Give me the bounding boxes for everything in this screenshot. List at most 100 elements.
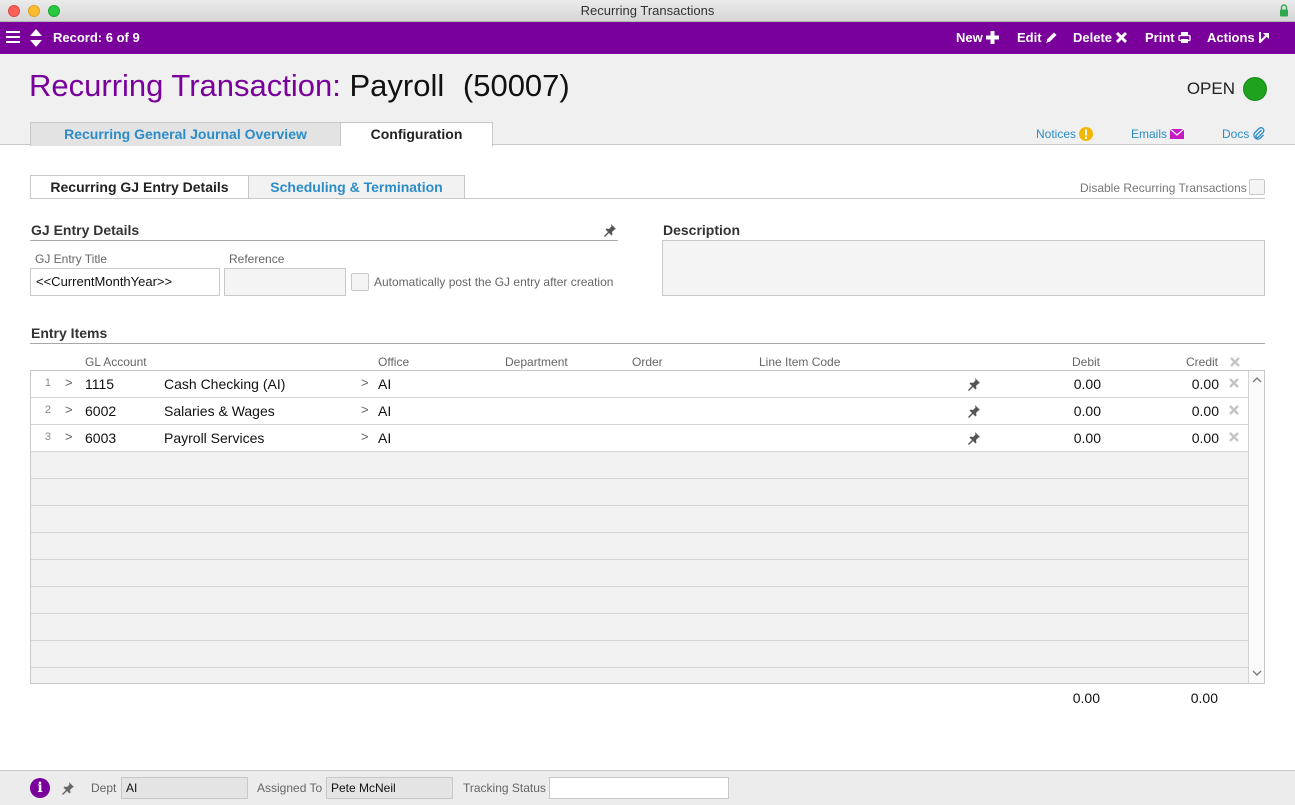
empty-table-row[interactable] <box>31 506 1248 533</box>
window-titlebar: Recurring Transactions <box>0 0 1295 22</box>
office-cell[interactable]: AI <box>378 376 391 392</box>
record-indicator: Record: 6 of 9 <box>53 30 140 45</box>
paperclip-icon <box>1253 127 1265 140</box>
content-area: Recurring Transaction: Payroll (50007) O… <box>0 54 1295 770</box>
office-chevron-icon[interactable]: > <box>361 375 369 390</box>
empty-table-row[interactable] <box>31 560 1248 587</box>
record-navigation-icon[interactable] <box>29 28 43 48</box>
office-cell[interactable]: AI <box>378 403 391 419</box>
pencil-icon <box>1045 32 1057 43</box>
pin-icon[interactable] <box>603 223 617 237</box>
window-title: Recurring Transactions <box>580 3 715 18</box>
column-line-item-code: Line Item Code <box>759 355 841 369</box>
office-chevron-icon[interactable]: > <box>361 429 369 444</box>
scroll-up-chevron-icon[interactable] <box>1252 376 1262 384</box>
reference-label: Reference <box>229 252 285 266</box>
plus-icon <box>985 31 999 44</box>
notices-link[interactable]: Notices <box>1036 127 1094 141</box>
expand-chevron-icon[interactable]: > <box>65 375 73 390</box>
dept-field[interactable]: AI <box>121 777 248 799</box>
page-title-id: (50007) <box>462 68 570 103</box>
disable-recurring-checkbox[interactable] <box>1249 179 1265 195</box>
status-badge: OPEN <box>1187 77 1267 101</box>
debit-cell[interactable]: 0.00 <box>1041 430 1101 446</box>
new-button[interactable]: New <box>956 30 999 45</box>
close-window-button[interactable] <box>8 5 20 17</box>
assigned-to-field[interactable]: Pete McNeil <box>326 777 453 799</box>
credit-cell[interactable]: 0.00 <box>1159 376 1219 392</box>
pin-icon[interactable] <box>61 781 75 795</box>
pin-icon[interactable] <box>967 404 981 418</box>
x-icon <box>1115 31 1128 44</box>
scroll-down-chevron-icon[interactable] <box>1252 669 1262 677</box>
minimize-window-button[interactable] <box>28 5 40 17</box>
delete-all-x-icon[interactable] <box>1229 356 1241 368</box>
empty-table-row[interactable] <box>31 533 1248 560</box>
reference-field[interactable] <box>224 268 346 296</box>
info-icon[interactable]: i <box>30 778 50 798</box>
expand-chevron-icon[interactable]: > <box>65 429 73 444</box>
description-field[interactable] <box>662 240 1265 296</box>
delete-button[interactable]: Delete <box>1073 30 1128 45</box>
warning-circle-icon <box>1079 127 1094 141</box>
delete-row-x-icon[interactable] <box>1228 377 1240 389</box>
hamburger-menu-icon[interactable] <box>6 30 20 44</box>
footer-bar: i Dept AI Assigned To Pete McNeil Tracki… <box>0 770 1295 805</box>
emails-label: Emails <box>1131 127 1168 141</box>
credit-cell[interactable]: 0.00 <box>1159 430 1219 446</box>
edit-button[interactable]: Edit <box>1017 30 1058 45</box>
edit-button-label: Edit <box>1017 30 1042 45</box>
gl-account-name: Payroll Services <box>164 430 265 446</box>
delete-button-label: Delete <box>1073 30 1113 45</box>
zoom-window-button[interactable] <box>48 5 60 17</box>
delete-row-x-icon[interactable] <box>1228 404 1240 416</box>
subtab-divider <box>30 198 1265 199</box>
tab-scheduling-termination[interactable]: Scheduling & Termination <box>248 175 465 199</box>
entry-items-divider <box>30 343 1265 344</box>
actions-button[interactable]: Actions <box>1207 30 1271 45</box>
column-debit: Debit <box>1071 355 1100 369</box>
gl-account-number[interactable]: 6002 <box>85 403 116 419</box>
gl-account-number[interactable]: 1115 <box>85 376 114 392</box>
empty-table-row[interactable] <box>31 641 1248 668</box>
empty-table-row[interactable] <box>31 587 1248 614</box>
debit-cell[interactable]: 0.00 <box>1041 376 1101 392</box>
debit-cell[interactable]: 0.00 <box>1041 403 1101 419</box>
office-chevron-icon[interactable]: > <box>361 402 369 417</box>
gl-account-number[interactable]: 6003 <box>85 430 116 446</box>
tab-recurring-general-journal-overview[interactable]: Recurring General Journal Overview <box>30 122 341 146</box>
new-button-label: New <box>956 30 983 45</box>
tab-recurring-gj-entry-details[interactable]: Recurring GJ Entry Details <box>30 175 249 199</box>
dept-label: Dept <box>91 781 117 795</box>
emails-link[interactable]: Emails <box>1131 127 1185 141</box>
notices-label: Notices <box>1036 127 1077 141</box>
table-row[interactable]: 3 > 6003 Payroll Services > AI 0.00 0.00 <box>31 425 1248 452</box>
tracking-status-field[interactable] <box>549 777 729 799</box>
table-row[interactable]: 1 > 1115 Cash Checking (AI) > AI 0.00 0.… <box>31 371 1248 398</box>
gl-account-name: Salaries & Wages <box>164 403 275 419</box>
office-cell[interactable]: AI <box>378 430 391 446</box>
table-row[interactable]: 2 > 6002 Salaries & Wages > AI 0.00 0.00 <box>31 398 1248 425</box>
page-title: Recurring Transaction: Payroll (50007) <box>29 68 570 104</box>
table-scrollbar[interactable] <box>1248 371 1264 683</box>
empty-table-row[interactable] <box>31 479 1248 506</box>
delete-row-x-icon[interactable] <box>1228 431 1240 443</box>
empty-table-row[interactable] <box>31 452 1248 479</box>
pin-icon[interactable] <box>967 431 981 445</box>
gj-entry-title-field[interactable]: <<CurrentMonthYear>> <box>30 268 220 296</box>
tab-configuration[interactable]: Configuration <box>340 122 493 146</box>
toolbar: Record: 6 of 9 New Edit Delete Print Act… <box>0 22 1295 54</box>
empty-table-row[interactable] <box>31 614 1248 641</box>
pin-icon[interactable] <box>967 377 981 391</box>
gj-entry-details-divider <box>30 240 618 241</box>
auto-post-checkbox[interactable] <box>351 273 369 291</box>
entry-items-table: 1 > 1115 Cash Checking (AI) > AI 0.00 0.… <box>30 370 1265 684</box>
total-debit: 0.00 <box>1072 690 1100 706</box>
docs-link[interactable]: Docs <box>1222 127 1266 141</box>
status-indicator-icon <box>1243 77 1267 101</box>
expand-chevron-icon[interactable]: > <box>65 402 73 417</box>
envelope-icon <box>1170 128 1185 139</box>
print-button[interactable]: Print <box>1145 30 1191 45</box>
credit-cell[interactable]: 0.00 <box>1159 403 1219 419</box>
docs-label: Docs <box>1222 127 1250 141</box>
